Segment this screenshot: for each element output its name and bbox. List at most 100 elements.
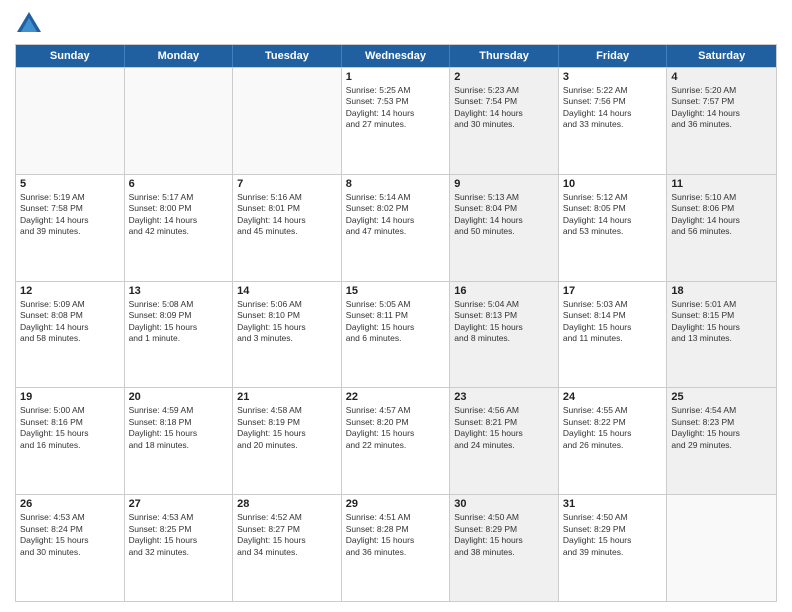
cell-text: Sunset: 8:06 PM xyxy=(671,203,772,214)
day-number: 6 xyxy=(129,178,229,190)
day-header-friday: Friday xyxy=(559,45,668,67)
cell-text: Daylight: 15 hours xyxy=(671,322,772,333)
cell-text: Sunrise: 4:59 AM xyxy=(129,405,229,416)
cell-text: Sunrise: 4:50 AM xyxy=(454,512,554,523)
day-number: 22 xyxy=(346,391,446,403)
cell-text: Sunrise: 5:13 AM xyxy=(454,192,554,203)
day-number: 12 xyxy=(20,285,120,297)
day-cell-29: 29Sunrise: 4:51 AMSunset: 8:28 PMDayligh… xyxy=(342,495,451,601)
cell-text: and 1 minute. xyxy=(129,333,229,344)
day-number: 2 xyxy=(454,71,554,83)
day-number: 8 xyxy=(346,178,446,190)
cell-text: Sunrise: 4:56 AM xyxy=(454,405,554,416)
cell-text: Daylight: 15 hours xyxy=(454,322,554,333)
cell-text: Sunset: 7:53 PM xyxy=(346,96,446,107)
cell-text: Daylight: 14 hours xyxy=(20,322,120,333)
cell-text: Sunrise: 5:14 AM xyxy=(346,192,446,203)
day-header-monday: Monday xyxy=(125,45,234,67)
cell-text: and 45 minutes. xyxy=(237,226,337,237)
day-number: 28 xyxy=(237,498,337,510)
cell-text: Daylight: 15 hours xyxy=(237,322,337,333)
cell-text: Sunset: 8:27 PM xyxy=(237,524,337,535)
cell-text: and 34 minutes. xyxy=(237,547,337,558)
cell-text: Sunset: 8:10 PM xyxy=(237,310,337,321)
day-cell-27: 27Sunrise: 4:53 AMSunset: 8:25 PMDayligh… xyxy=(125,495,234,601)
logo xyxy=(15,10,45,38)
cell-text: Daylight: 14 hours xyxy=(671,215,772,226)
cell-text: Sunset: 7:54 PM xyxy=(454,96,554,107)
calendar-row-3: 19Sunrise: 5:00 AMSunset: 8:16 PMDayligh… xyxy=(16,387,776,494)
day-number: 14 xyxy=(237,285,337,297)
cell-text: and 27 minutes. xyxy=(346,119,446,130)
cell-text: Sunrise: 4:57 AM xyxy=(346,405,446,416)
day-number: 19 xyxy=(20,391,120,403)
cell-text: Sunrise: 5:25 AM xyxy=(346,85,446,96)
cell-text: and 18 minutes. xyxy=(129,440,229,451)
day-number: 23 xyxy=(454,391,554,403)
cell-text: Sunset: 8:08 PM xyxy=(20,310,120,321)
day-cell-17: 17Sunrise: 5:03 AMSunset: 8:14 PMDayligh… xyxy=(559,282,668,388)
cell-text: Sunrise: 5:10 AM xyxy=(671,192,772,203)
cell-text: Sunrise: 5:17 AM xyxy=(129,192,229,203)
day-cell-28: 28Sunrise: 4:52 AMSunset: 8:27 PMDayligh… xyxy=(233,495,342,601)
cell-text: and 20 minutes. xyxy=(237,440,337,451)
cell-text: Daylight: 15 hours xyxy=(129,535,229,546)
day-number: 1 xyxy=(346,71,446,83)
cell-text: Sunset: 8:23 PM xyxy=(671,417,772,428)
cell-text: Daylight: 15 hours xyxy=(129,428,229,439)
day-header-thursday: Thursday xyxy=(450,45,559,67)
cell-text: Sunrise: 5:06 AM xyxy=(237,299,337,310)
cell-text: Daylight: 14 hours xyxy=(129,215,229,226)
day-number: 21 xyxy=(237,391,337,403)
cell-text: Daylight: 15 hours xyxy=(563,428,663,439)
day-number: 4 xyxy=(671,71,772,83)
day-number: 7 xyxy=(237,178,337,190)
cell-text: Sunset: 8:24 PM xyxy=(20,524,120,535)
cell-text: Sunrise: 5:20 AM xyxy=(671,85,772,96)
day-cell-7: 7Sunrise: 5:16 AMSunset: 8:01 PMDaylight… xyxy=(233,175,342,281)
day-cell-11: 11Sunrise: 5:10 AMSunset: 8:06 PMDayligh… xyxy=(667,175,776,281)
day-cell-18: 18Sunrise: 5:01 AMSunset: 8:15 PMDayligh… xyxy=(667,282,776,388)
cell-text: and 36 minutes. xyxy=(671,119,772,130)
cell-text: Sunset: 8:04 PM xyxy=(454,203,554,214)
day-cell-10: 10Sunrise: 5:12 AMSunset: 8:05 PMDayligh… xyxy=(559,175,668,281)
cell-text: Daylight: 15 hours xyxy=(237,428,337,439)
calendar-row-1: 5Sunrise: 5:19 AMSunset: 7:58 PMDaylight… xyxy=(16,174,776,281)
cell-text: and 30 minutes. xyxy=(454,119,554,130)
cell-text: Sunrise: 4:53 AM xyxy=(20,512,120,523)
cell-text: Daylight: 15 hours xyxy=(346,535,446,546)
cell-text: and 24 minutes. xyxy=(454,440,554,451)
day-number: 18 xyxy=(671,285,772,297)
cell-text: Sunrise: 4:52 AM xyxy=(237,512,337,523)
cell-text: and 13 minutes. xyxy=(671,333,772,344)
cell-text: Daylight: 15 hours xyxy=(454,428,554,439)
cell-text: and 50 minutes. xyxy=(454,226,554,237)
cell-text: Sunset: 7:57 PM xyxy=(671,96,772,107)
day-header-wednesday: Wednesday xyxy=(342,45,451,67)
cell-text: Daylight: 15 hours xyxy=(454,535,554,546)
cell-text: and 38 minutes. xyxy=(454,547,554,558)
cell-text: Sunset: 8:02 PM xyxy=(346,203,446,214)
cell-text: Sunrise: 4:58 AM xyxy=(237,405,337,416)
day-cell-15: 15Sunrise: 5:05 AMSunset: 8:11 PMDayligh… xyxy=(342,282,451,388)
calendar: SundayMondayTuesdayWednesdayThursdayFrid… xyxy=(15,44,777,602)
cell-text: Daylight: 15 hours xyxy=(20,428,120,439)
day-cell-26: 26Sunrise: 4:53 AMSunset: 8:24 PMDayligh… xyxy=(16,495,125,601)
cell-text: and 53 minutes. xyxy=(563,226,663,237)
day-cell-5: 5Sunrise: 5:19 AMSunset: 7:58 PMDaylight… xyxy=(16,175,125,281)
cell-text: Daylight: 14 hours xyxy=(237,215,337,226)
day-cell-24: 24Sunrise: 4:55 AMSunset: 8:22 PMDayligh… xyxy=(559,388,668,494)
cell-text: Sunrise: 5:23 AM xyxy=(454,85,554,96)
day-cell-25: 25Sunrise: 4:54 AMSunset: 8:23 PMDayligh… xyxy=(667,388,776,494)
cell-text: Sunset: 8:15 PM xyxy=(671,310,772,321)
cell-text: Sunrise: 4:54 AM xyxy=(671,405,772,416)
empty-cell-0-2 xyxy=(233,68,342,174)
day-number: 30 xyxy=(454,498,554,510)
cell-text: and 36 minutes. xyxy=(346,547,446,558)
cell-text: and 33 minutes. xyxy=(563,119,663,130)
cell-text: and 58 minutes. xyxy=(20,333,120,344)
cell-text: and 26 minutes. xyxy=(563,440,663,451)
cell-text: and 47 minutes. xyxy=(346,226,446,237)
cell-text: Sunrise: 5:03 AM xyxy=(563,299,663,310)
day-cell-30: 30Sunrise: 4:50 AMSunset: 8:29 PMDayligh… xyxy=(450,495,559,601)
